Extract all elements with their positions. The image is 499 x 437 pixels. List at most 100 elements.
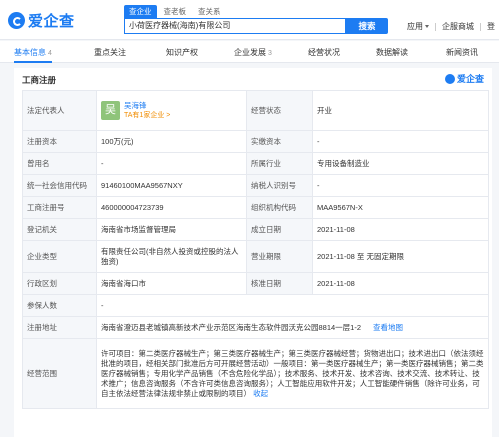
taxpayer-id-value: -	[312, 174, 489, 197]
table-row: 经营范围 许可项目：第二类医疗器械生产；第三类医疗器械生产；第三类医疗器械经营；…	[22, 338, 489, 409]
tab-count: 4	[48, 50, 52, 57]
industry-value: 专用设备制造业	[312, 152, 489, 175]
business-term-key: 营业期限	[246, 240, 313, 273]
logo-icon	[444, 73, 455, 84]
authority-value: 海南省市场监督管理局	[96, 218, 247, 241]
address-value: 海南省澄迈县老城镇高新技术产业示范区海南生态软件园沃克公园8814一层1-2	[101, 322, 362, 332]
paid-capital-value: -	[312, 130, 489, 153]
address-cell: 海南省澄迈县老城镇高新技术产业示范区海南生态软件园沃克公园8814一层1-2 查看…	[96, 316, 489, 339]
capital-key: 注册资本	[22, 130, 97, 153]
approved-date-value: 2021-11-08	[312, 272, 489, 295]
taxpayer-id-key: 纳税人识别号	[246, 174, 313, 197]
paid-capital-key: 实缴资本	[246, 130, 313, 153]
legal-rep-key: 法定代表人	[22, 90, 97, 131]
credit-code-key: 统一社会信用代码	[22, 174, 97, 197]
business-term-value: 2021-11-08 至 无固定期限	[312, 240, 489, 273]
former-name-key: 曾用名	[22, 152, 97, 175]
tab-label: 经营状况	[308, 48, 340, 57]
logo-text: 爱企查	[28, 13, 75, 30]
table-row: 行政区划 海南省海口市 核准日期 2021-11-08	[22, 272, 489, 295]
legal-rep-name[interactable]: 吴海锋	[124, 101, 170, 111]
business-registration-card: 工商注册 爱企查 法定代表人 吴 吴海锋 TA有1家企业 > 经营状态 开业 注…	[14, 68, 492, 437]
table-row: 工商注册号 460000004723739 组织机构代码 MAA9567N-X	[22, 196, 489, 219]
scope-key: 经营范围	[22, 338, 97, 409]
tab-key-focus[interactable]: 重点关注	[94, 47, 126, 58]
address-key: 注册地址	[22, 316, 97, 339]
tab-label: 重点关注	[94, 48, 126, 57]
card-brand-text: 爱企查	[456, 74, 484, 84]
tab-operations[interactable]: 经营状况	[308, 47, 340, 58]
table-row: 注册资本 100万(元) 实缴资本 -	[22, 130, 489, 153]
legal-rep-cell: 吴 吴海锋 TA有1家企业 >	[96, 90, 247, 131]
search-type-tabs: 查企业 查老板 查关系	[124, 5, 226, 18]
search-input[interactable]	[125, 19, 343, 32]
tab-label: 新闻资讯	[446, 48, 478, 57]
login-link[interactable]: 登	[487, 21, 495, 32]
scope-value: 许可项目：第二类医疗器械生产；第三类医疗器械生产；第三类医疗器械经营；货物进出口…	[101, 348, 484, 398]
region-key: 行政区划	[22, 272, 97, 295]
reg-number-key: 工商注册号	[22, 196, 97, 219]
table-row: 企业类型 有限责任公司(非自然人投资或控股的法人独资) 营业期限 2021-11…	[22, 240, 489, 273]
divider	[480, 22, 481, 31]
table-row: 曾用名 - 所属行业 专用设备制造业	[22, 152, 489, 175]
legal-rep-text: 吴海锋 TA有1家企业 >	[124, 101, 170, 121]
table-row: 登记机关 海南省市场监督管理局 成立日期 2021-11-08	[22, 218, 489, 241]
tab-label: 数据解读	[376, 48, 408, 57]
registration-table: 法定代表人 吴 吴海锋 TA有1家企业 > 经营状态 开业 注册资本 100万(…	[22, 90, 489, 409]
authority-key: 登记机关	[22, 218, 97, 241]
logo-icon	[8, 12, 25, 29]
founded-key: 成立日期	[246, 218, 313, 241]
search-button[interactable]: 搜索	[346, 18, 388, 34]
scope-cell: 许可项目：第二类医疗器械生产；第三类医疗器械生产；第三类医疗器械经营；货物进出口…	[96, 338, 489, 409]
tab-label: 知识产权	[166, 48, 198, 57]
logo[interactable]: 爱企查	[8, 10, 75, 31]
tab-label: 企业发展	[234, 48, 266, 57]
card-title: 工商注册	[22, 75, 57, 85]
tab-data-insight[interactable]: 数据解读	[376, 47, 408, 58]
insured-key: 参保人数	[22, 294, 97, 317]
status-key: 经营状态	[246, 90, 313, 131]
view-map-link[interactable]: 查看地图	[373, 323, 403, 332]
search-box	[124, 18, 346, 34]
tab-ip[interactable]: 知识产权	[166, 47, 198, 58]
company-type-value: 有限责任公司(非自然人投资或控股的法人独资)	[96, 240, 247, 273]
tab-count: 3	[268, 50, 272, 57]
legal-rep[interactable]: 吴 吴海锋 TA有1家企业 >	[101, 101, 242, 121]
tab-search-company[interactable]: 查企业	[124, 5, 157, 18]
table-row: 统一社会信用代码 91460100MAA9567NXY 纳税人识别号 -	[22, 174, 489, 197]
credit-code-value: 91460100MAA9567NXY	[96, 174, 247, 197]
approved-date-key: 核准日期	[246, 272, 313, 295]
org-code-value: MAA9567N-X	[312, 196, 489, 219]
tab-development[interactable]: 企业发展 3	[234, 47, 272, 58]
region-value: 海南省海口市	[96, 272, 247, 295]
company-type-key: 企业类型	[22, 240, 97, 273]
avatar: 吴	[101, 101, 120, 120]
apps-menu[interactable]: 应用	[407, 21, 429, 32]
table-row: 法定代表人 吴 吴海锋 TA有1家企业 > 经营状态 开业	[22, 90, 489, 131]
tab-basic-info[interactable]: 基本信息 4	[14, 47, 52, 63]
capital-value: 100万(元)	[96, 130, 247, 153]
apps-label: 应用	[407, 22, 423, 31]
org-code-key: 组织机构代码	[246, 196, 313, 219]
tab-search-relation[interactable]: 查关系	[193, 5, 226, 18]
divider	[435, 22, 436, 31]
tab-news[interactable]: 新闻资讯	[446, 47, 478, 58]
table-row: 参保人数 -	[22, 294, 489, 317]
status-value: 开业	[312, 90, 489, 131]
top-bar: 爱企查 查企业 查老板 查关系 搜索 应用 企服商城 登	[0, 0, 499, 40]
chevron-down-icon	[425, 25, 429, 29]
tab-search-boss[interactable]: 查老板	[159, 5, 192, 18]
former-name-value: -	[96, 152, 247, 175]
insured-value: -	[96, 294, 489, 317]
founded-value: 2021-11-08	[312, 218, 489, 241]
card-watermark-logo: 爱企查	[444, 72, 484, 85]
legal-rep-company-count[interactable]: TA有1家企业 >	[124, 111, 170, 121]
industry-key: 所属行业	[246, 152, 313, 175]
tab-label: 基本信息	[14, 48, 46, 57]
top-right-menu: 应用 企服商城 登	[407, 21, 495, 32]
mall-link[interactable]: 企服商城	[442, 21, 474, 32]
collapse-link[interactable]: 收起	[253, 389, 268, 398]
section-tabs: 基本信息 4 重点关注 知识产权 企业发展 3 经营状况 数据解读 新闻资讯	[0, 41, 499, 63]
table-row: 注册地址 海南省澄迈县老城镇高新技术产业示范区海南生态软件园沃克公园8814一层…	[22, 316, 489, 339]
reg-number-value: 460000004723739	[96, 196, 247, 219]
